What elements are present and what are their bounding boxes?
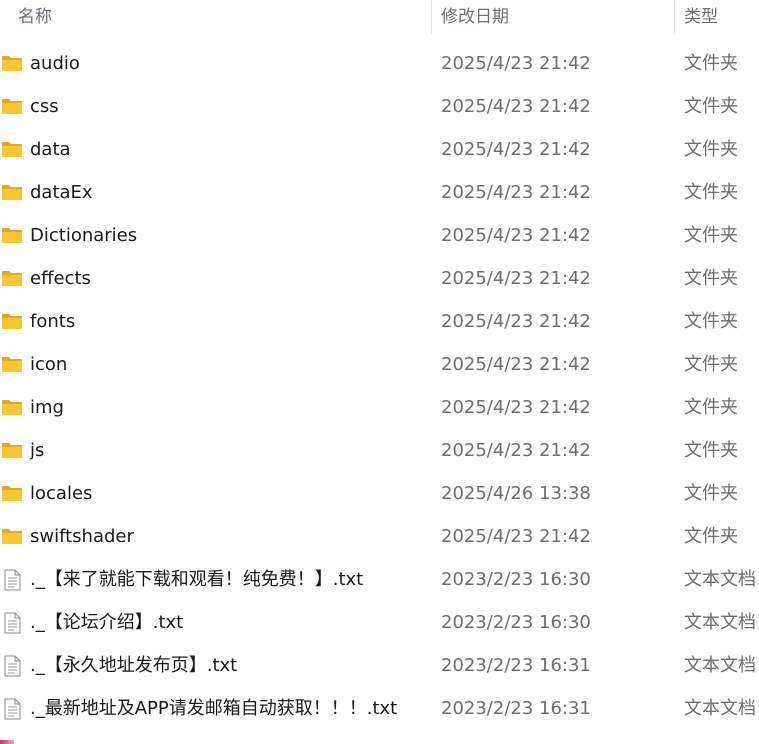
folder-row[interactable]: css 2025/4/23 21:42 文件夹 [0,85,759,128]
folder-row[interactable]: icon 2025/4/23 21:42 文件夹 [0,343,759,386]
folder-icon [1,96,23,116]
folder-row[interactable]: effects 2025/4/23 21:42 文件夹 [0,257,759,300]
file-row[interactable]: ._【永久地址发布页】.txt 2023/2/23 16:31 文本文档 [0,644,759,687]
file-type: 文件夹 [684,182,738,203]
text-file-icon [1,569,23,591]
text-file-icon [1,655,23,677]
folder-icon [1,483,23,503]
file-name: icon [30,354,68,375]
text-file-icon [1,698,23,720]
folder-row[interactable]: dataEx 2025/4/23 21:42 文件夹 [0,171,759,214]
folder-icon [1,225,23,245]
file-name: swiftshader [30,526,134,547]
file-row[interactable]: ._【来了就能下载和观看！纯免费！】.txt 2023/2/23 16:30 文本文… [0,558,759,601]
file-name: dataEx [30,182,93,203]
modified-date: 2025/4/23 21:42 [441,311,591,332]
modified-date: 2025/4/23 21:42 [441,526,591,547]
folder-icon [1,53,23,73]
folder-row[interactable]: audio 2025/4/23 21:42 文件夹 [0,42,759,85]
file-name: img [30,397,64,418]
modified-date: 2025/4/23 21:42 [441,397,591,418]
partial-file-icon [0,740,14,744]
file-name: data [30,139,71,160]
column-header-date[interactable]: 修改日期 [441,0,509,34]
column-divider[interactable] [431,0,432,34]
file-type: 文件夹 [684,311,738,332]
folder-icon [1,397,23,417]
folder-row[interactable]: img 2025/4/23 21:42 文件夹 [0,386,759,429]
file-name: css [30,96,59,117]
folder-row[interactable]: fonts 2025/4/23 21:42 文件夹 [0,300,759,343]
modified-date: 2025/4/23 21:42 [441,96,591,117]
folder-icon [1,311,23,331]
modified-date: 2025/4/23 21:42 [441,268,591,289]
folder-icon [1,268,23,288]
modified-date: 2025/4/23 21:42 [441,354,591,375]
file-type: 文件夹 [684,483,738,504]
file-type: 文件夹 [684,397,738,418]
modified-date: 2023/2/23 16:31 [441,698,591,719]
file-name: audio [30,53,80,74]
file-type: 文件夹 [684,96,738,117]
folder-row[interactable]: swiftshader 2025/4/23 21:42 文件夹 [0,515,759,558]
file-type: 文本文档 [684,655,756,676]
file-name: locales [30,483,93,504]
file-list: audio 2025/4/23 21:42 文件夹 css 2025/4/23 21:4… [0,42,759,730]
folder-row[interactable]: data 2025/4/23 21:42 文件夹 [0,128,759,171]
file-name: ._最新地址及APP请发邮箱自动获取！！！.txt [30,698,398,719]
file-type: 文件夹 [684,139,738,160]
modified-date: 2025/4/26 13:38 [441,483,591,504]
column-divider[interactable] [674,0,675,34]
file-name: ._【论坛介绍】.txt [30,612,184,633]
column-header-bar: ^ 名称 修改日期 类型 [0,0,759,34]
file-type: 文件夹 [684,354,738,375]
modified-date: 2025/4/23 21:42 [441,53,591,74]
modified-date: 2025/4/23 21:42 [441,225,591,246]
file-type: 文件夹 [684,53,738,74]
file-type: 文本文档 [684,612,756,633]
folder-icon [1,440,23,460]
file-type: 文件夹 [684,526,738,547]
file-name: effects [30,268,91,289]
modified-date: 2025/4/23 21:42 [441,440,591,461]
file-type: 文件夹 [684,225,738,246]
column-header-name[interactable]: 名称 [18,0,52,34]
file-type: 文件夹 [684,268,738,289]
file-name: js [30,440,45,461]
folder-row[interactable]: js 2025/4/23 21:42 文件夹 [0,429,759,472]
folder-icon [1,139,23,159]
folder-icon [1,526,23,546]
folder-row[interactable]: Dictionaries 2025/4/23 21:42 文件夹 [0,214,759,257]
folder-icon [1,354,23,374]
file-row[interactable]: ._最新地址及APP请发邮箱自动获取！！！.txt 2023/2/23 16:31… [0,687,759,730]
modified-date: 2023/2/23 16:30 [441,569,591,590]
file-name: ._【来了就能下载和观看！纯免费！】.txt [30,569,364,590]
file-row[interactable]: ._【论坛介绍】.txt 2023/2/23 16:30 文本文档 [0,601,759,644]
file-type: 文本文档 [684,698,756,719]
file-type: 文本文档 [684,569,756,590]
sort-indicator-icon: ^ [216,0,224,5]
file-name: fonts [30,311,76,332]
file-name: Dictionaries [30,225,138,246]
text-file-icon [1,612,23,634]
column-header-type[interactable]: 类型 [684,0,718,34]
folder-row[interactable]: locales 2025/4/26 13:38 文件夹 [0,472,759,515]
modified-date: 2025/4/23 21:42 [441,139,591,160]
modified-date: 2023/2/23 16:31 [441,655,591,676]
file-name: ._【永久地址发布页】.txt [30,655,238,676]
file-type: 文件夹 [684,440,738,461]
modified-date: 2025/4/23 21:42 [441,182,591,203]
folder-icon [1,182,23,202]
modified-date: 2023/2/23 16:30 [441,612,591,633]
